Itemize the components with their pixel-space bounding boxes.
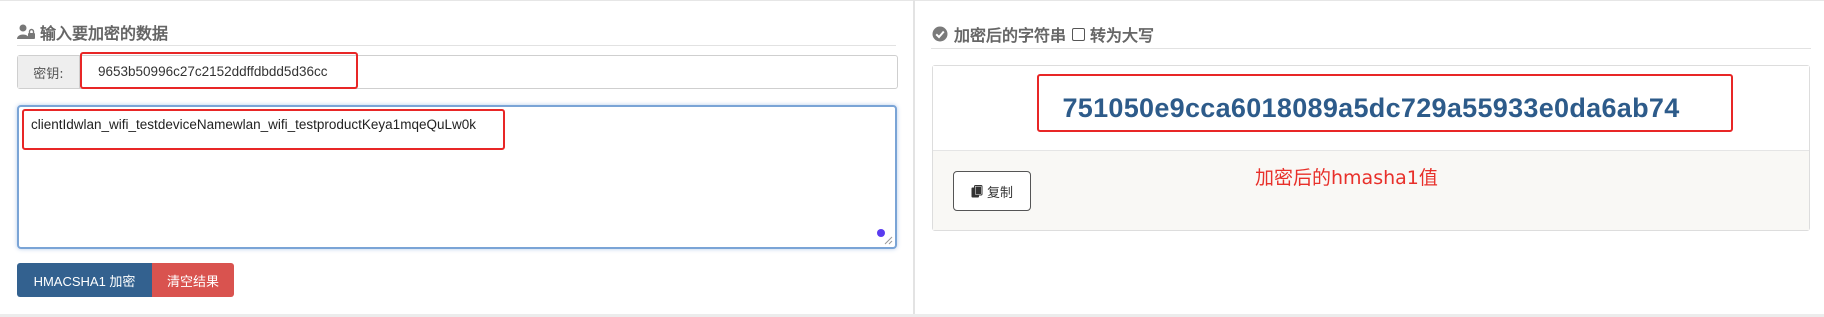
result-heading-text: 加密后的字符串	[954, 26, 1067, 45]
encrypt-button[interactable]: HMACSHA1 加密	[17, 263, 152, 297]
result-box: 751050e9cca6018089a5dc729a55933e0da6ab74…	[932, 65, 1810, 231]
check-circle-icon	[931, 25, 949, 43]
clear-button[interactable]: 清空结果	[152, 263, 234, 297]
result-heading-divider	[931, 48, 1811, 49]
copy-button[interactable]: 复制	[953, 171, 1031, 211]
key-input[interactable]: 9653b50996c27c2152ddffdbdd5d36cc	[98, 56, 327, 88]
user-lock-icon	[17, 23, 35, 41]
key-label: 密钥:	[18, 56, 80, 88]
copy-icon	[971, 184, 983, 198]
key-input-group: 密钥: 9653b50996c27c2152ddffdbdd5d36cc	[17, 55, 898, 89]
hash-annotation: 加密后的hmasha1值	[1255, 167, 1438, 189]
input-heading-divider	[17, 45, 896, 46]
data-textarea[interactable]: clientIdwlan_wifi_testdeviceNamewlan_wif…	[17, 105, 897, 249]
result-display: 751050e9cca6018089a5dc729a55933e0da6ab74	[933, 66, 1809, 151]
input-heading: 输入要加密的数据	[17, 20, 168, 44]
copy-button-label: 复制	[986, 185, 1013, 201]
resize-grip-icon[interactable]	[883, 235, 893, 245]
result-hash: 751050e9cca6018089a5dc729a55933e0da6ab74	[1062, 92, 1680, 123]
uppercase-label[interactable]: 转为大写	[1090, 22, 1154, 46]
input-heading-text: 输入要加密的数据	[40, 24, 169, 43]
result-heading: 加密后的字符串 转为大写	[931, 22, 1154, 46]
data-textarea-value: clientIdwlan_wifi_testdeviceNamewlan_wif…	[31, 117, 476, 132]
uppercase-checkbox[interactable]	[1072, 27, 1086, 41]
